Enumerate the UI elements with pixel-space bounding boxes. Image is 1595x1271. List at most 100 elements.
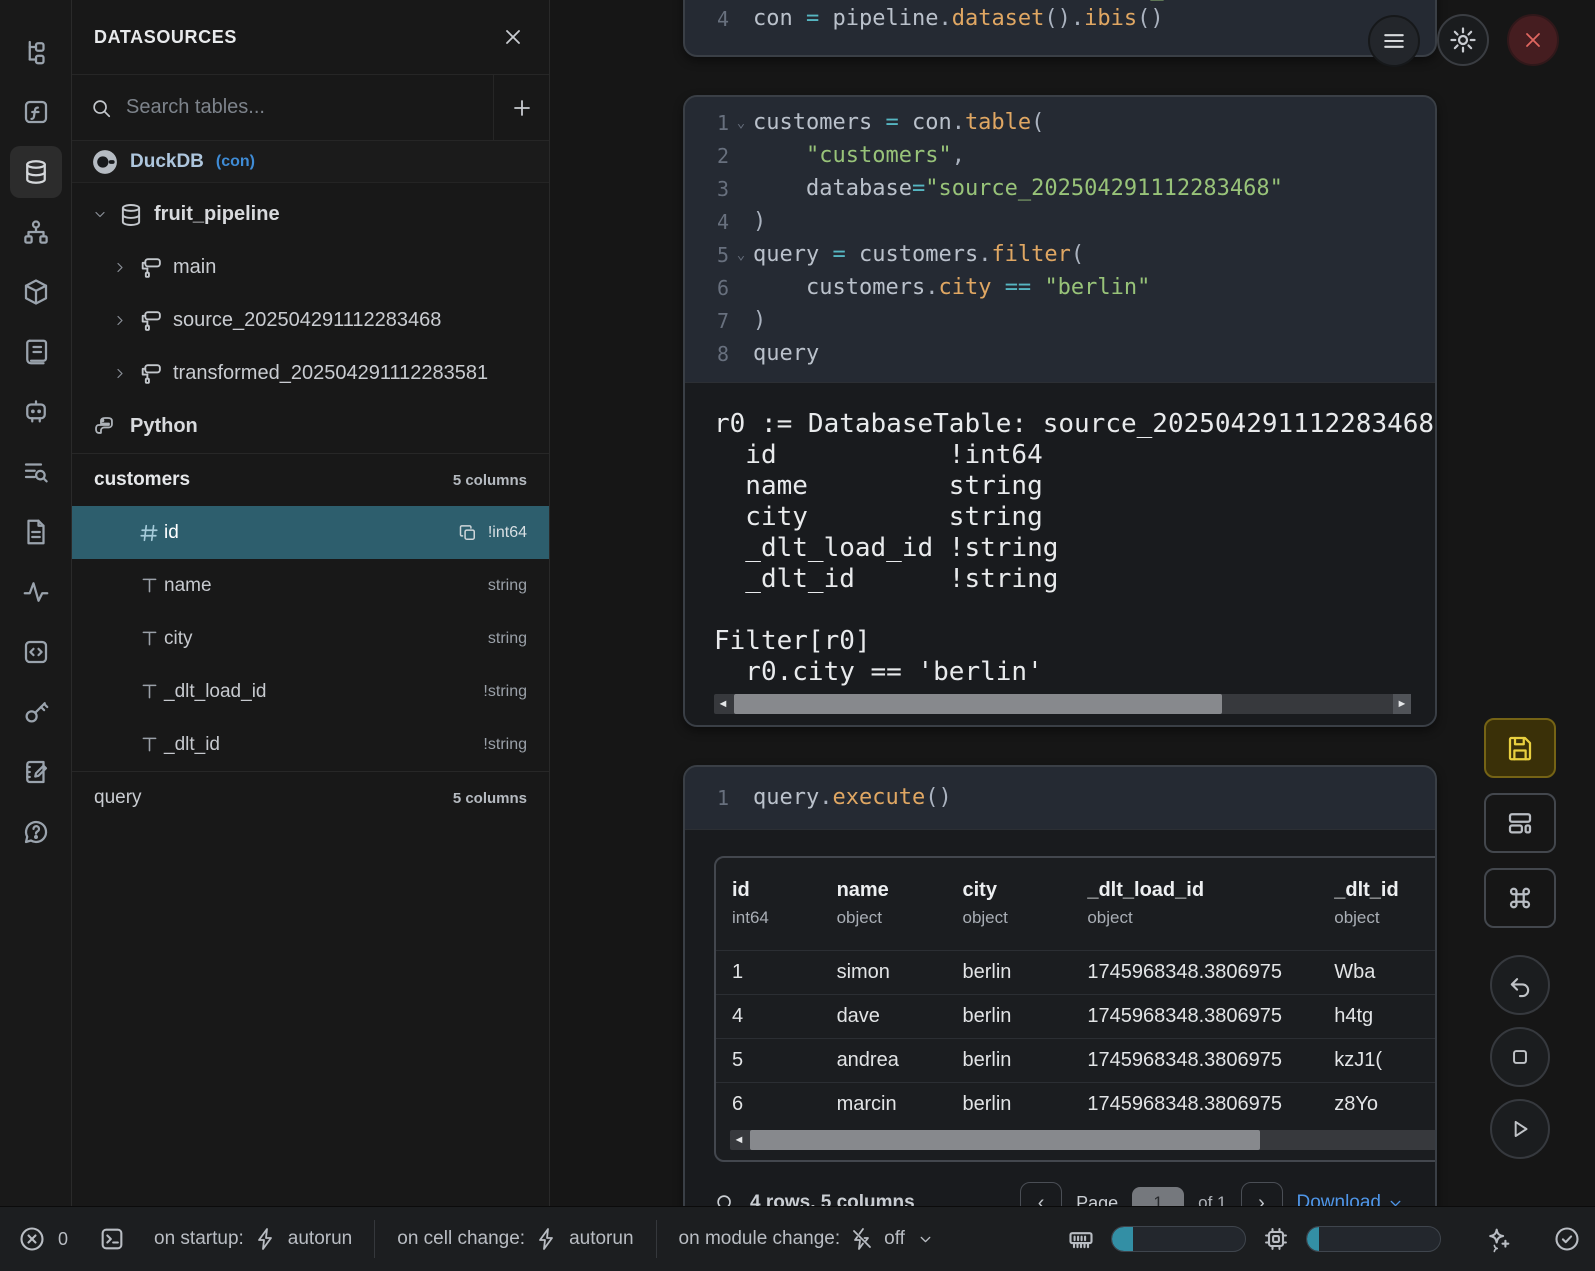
connection-alias: (con) <box>216 153 255 171</box>
code-cell-1[interactable]: pipeline = dlt.pipeline("fruit_pipeline"… <box>683 0 1437 57</box>
fold-chevron-icon[interactable]: ⌄ <box>729 247 753 263</box>
activity-bar-item-key[interactable] <box>10 686 62 738</box>
table-header-cell[interactable]: _dlt_idobject <box>1318 858 1437 950</box>
activity-bar-item-dependency-graph[interactable] <box>10 206 62 258</box>
next-page-button[interactable]: › <box>1241 1182 1283 1206</box>
chevron-right-icon[interactable] <box>112 259 128 276</box>
tree-item-schema[interactable]: main <box>72 241 549 294</box>
code-cell-3[interactable]: 1 query.execute() idint64 nameobject cit… <box>683 765 1437 1206</box>
scrollbar-thumb[interactable] <box>734 694 1222 714</box>
tree-item-schema[interactable]: source_202504291112283468 <box>72 294 549 347</box>
page-number-select[interactable]: 1 <box>1132 1187 1184 1206</box>
copy-icon[interactable] <box>458 523 478 543</box>
activity-bar-item-package[interactable] <box>10 266 62 318</box>
column-name: id <box>164 522 179 544</box>
table-header-cell[interactable]: cityobject <box>946 858 1071 950</box>
chevron-right-icon[interactable] <box>112 365 128 382</box>
table-row[interactable]: 1simonberlin1745968348.3806975Wba <box>716 950 1437 994</box>
cpu-usage-bar <box>1306 1226 1441 1252</box>
activity-bar-item-code-snippet[interactable] <box>10 626 62 678</box>
chevron-right-icon[interactable] <box>112 312 128 329</box>
zap-icon <box>535 1227 559 1251</box>
line-number: 8 <box>685 342 729 366</box>
table-row[interactable]: 6marcinberlin1745968348.3806975z8Yo <box>716 1082 1437 1126</box>
scroll-left-arrow-icon[interactable]: ◄ <box>730 1130 748 1150</box>
connection-status-check-icon[interactable] <box>1553 1225 1581 1253</box>
activity-bar-item-help[interactable] <box>10 806 62 858</box>
activity-bar-item-scratchpad[interactable] <box>10 746 62 798</box>
table-row[interactable]: 4daveberlin1745968348.3806975h4tg <box>716 994 1437 1038</box>
notebook-menu-button[interactable] <box>1368 15 1420 67</box>
stop-button[interactable] <box>1490 1027 1550 1087</box>
command-palette-button[interactable] <box>1484 868 1556 928</box>
code-line[interactable]: 1 query.execute() <box>685 781 1435 814</box>
statusbar-setting[interactable]: on module change: off <box>679 1227 934 1251</box>
scrollbar-thumb[interactable] <box>750 1130 1260 1150</box>
errors-indicator[interactable]: 0 <box>18 1225 68 1253</box>
python-section[interactable]: Python <box>72 400 549 453</box>
table-header-cell[interactable]: _dlt_load_idobject <box>1071 858 1318 950</box>
activity-bar-item-activity[interactable] <box>10 566 62 618</box>
code-line[interactable]: 3 database="source_202504291112283468" <box>685 172 1435 205</box>
ibis-expression-output: r0 := DatabaseTable: source_202504291112… <box>685 383 1435 688</box>
code-line[interactable]: 5 ⌄ query = customers.filter( <box>685 238 1435 271</box>
table-header-cell[interactable]: idint64 <box>716 858 821 950</box>
connection-row[interactable]: DuckDB (con) <box>72 141 549 183</box>
activity-bar-item-ai-chat[interactable] <box>10 386 62 438</box>
ai-sparkles-icon[interactable] <box>1485 1225 1513 1253</box>
activity-bar-item-file-tree[interactable] <box>10 26 62 78</box>
activity-bar-item-list-search[interactable] <box>10 446 62 498</box>
code-line[interactable]: 2 "customers", <box>685 139 1435 172</box>
code-line[interactable]: 1 ⌄ customers = con.table( <box>685 106 1435 139</box>
chevron-down-icon[interactable] <box>92 206 108 223</box>
tree-item-database[interactable]: fruit_pipeline <box>72 188 549 241</box>
previous-page-button[interactable]: ‹ <box>1020 1182 1062 1206</box>
memory-usage-bar <box>1111 1226 1246 1252</box>
schema-icon <box>138 361 163 386</box>
tree-item-schema[interactable]: transformed_202504291112283581 <box>72 347 549 400</box>
schema-icon <box>138 308 163 333</box>
package-icon <box>21 277 51 307</box>
search-row <box>72 75 549 141</box>
search-icon[interactable] <box>714 1192 736 1206</box>
activity-bar-item-document[interactable] <box>10 506 62 558</box>
save-button[interactable] <box>1484 718 1556 778</box>
code-cell-2[interactable]: 1 ⌄ customers = con.table( 2 "customers"… <box>683 95 1437 727</box>
table-item-query[interactable]: query 5 columns <box>72 771 549 824</box>
column-item-id[interactable]: id !int64 <box>72 506 549 559</box>
code-line[interactable]: 8 query <box>685 337 1435 370</box>
scroll-right-arrow-icon[interactable]: ► <box>1393 694 1411 714</box>
activity-bar-item-logs[interactable] <box>10 326 62 378</box>
download-link[interactable]: Download <box>1297 1192 1405 1206</box>
code-line[interactable]: 4 con = pipeline.dataset().ibis() <box>685 2 1435 35</box>
table-header-cell[interactable]: nameobject <box>821 858 947 950</box>
shutdown-button[interactable] <box>1507 14 1559 66</box>
column-item-city[interactable]: city string <box>72 612 549 665</box>
statusbar-setting[interactable]: on cell change: autorun <box>397 1227 633 1251</box>
activity-bar-item-function[interactable] <box>10 86 62 138</box>
scroll-left-arrow-icon[interactable]: ◄ <box>714 694 732 714</box>
table-row[interactable]: 5andreaberlin1745968348.3806975kzJ1( <box>716 1038 1437 1082</box>
settings-button[interactable] <box>1437 14 1489 66</box>
activity-bar-item-database[interactable] <box>10 146 62 198</box>
statusbar-setting[interactable]: on startup: autorun <box>154 1227 352 1251</box>
search-input[interactable] <box>126 96 475 119</box>
column-item-_dlt_id[interactable]: _dlt_id !string <box>72 718 549 771</box>
add-datasource-button[interactable] <box>493 75 549 140</box>
activity-icon <box>21 577 51 607</box>
horizontal-scrollbar[interactable]: ◄ ► <box>714 694 1411 714</box>
code-line[interactable]: 7 ) <box>685 304 1435 337</box>
column-item-name[interactable]: name string <box>72 559 549 612</box>
code-line[interactable]: 6 customers.city == "berlin" <box>685 271 1435 304</box>
fold-chevron-icon[interactable]: ⌄ <box>729 115 753 131</box>
table-item-customers[interactable]: customers 5 columns <box>72 453 549 506</box>
code-line[interactable]: 4 ) <box>685 205 1435 238</box>
column-item-_dlt_load_id[interactable]: _dlt_load_id !string <box>72 665 549 718</box>
terminal-button[interactable] <box>98 1225 126 1253</box>
table-cell: 1745968348.3806975 <box>1071 994 1318 1038</box>
undo-button[interactable] <box>1490 955 1550 1015</box>
run-button[interactable] <box>1490 1099 1550 1159</box>
layout-button[interactable] <box>1484 793 1556 853</box>
table-horizontal-scrollbar[interactable]: ◄ ► <box>730 1130 1437 1150</box>
close-icon[interactable] <box>501 25 525 49</box>
